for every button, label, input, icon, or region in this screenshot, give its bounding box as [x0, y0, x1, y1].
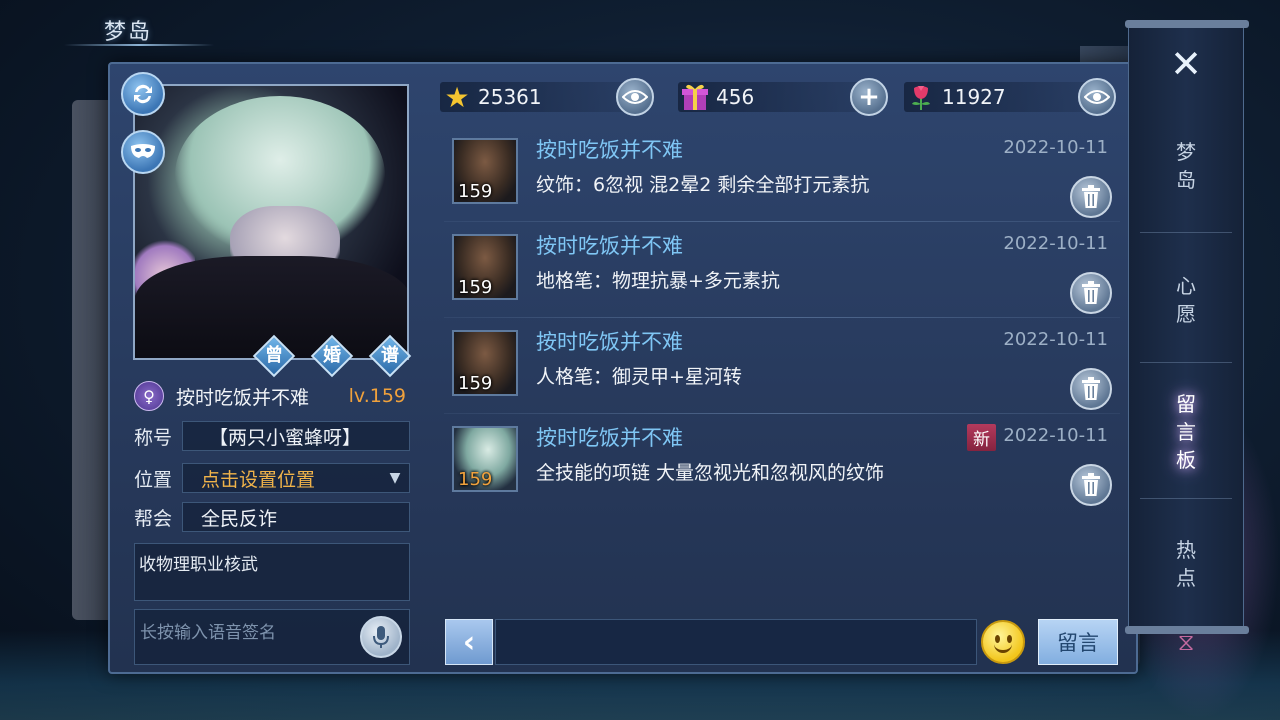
- delete-message-button[interactable]: [1070, 176, 1112, 218]
- mask-icon: [131, 144, 155, 158]
- message-date: 2022-10-11: [1003, 329, 1108, 350]
- message-text: 全技能的项链 大量忽视光和忽视风的纹饰: [536, 462, 885, 484]
- chevron-down-icon: ▼: [389, 470, 401, 486]
- close-icon[interactable]: ✕: [1166, 44, 1206, 84]
- post-message-button[interactable]: 留言: [1038, 619, 1118, 665]
- smiley-icon-eye: [1007, 635, 1012, 643]
- gift-icon: [678, 80, 712, 114]
- flower-count: 11927: [942, 85, 1006, 109]
- message-item[interactable]: 159 按时吃饭并不难 2022-10-11 地格笔：物理抗暴+多元素抗: [444, 222, 1120, 318]
- message-text: 纹饰：6忽视 混2晕2 剩余全部打元素抗: [536, 174, 870, 196]
- guild-field[interactable]: 全民反诈: [182, 502, 410, 532]
- tab-dream-island[interactable]: 梦岛: [1168, 138, 1204, 194]
- message-item[interactable]: 159 按时吃饭并不难 2022-10-11 纹饰：6忽视 混2晕2 剩余全部打…: [444, 126, 1120, 222]
- tab-hot-topics[interactable]: 热点: [1168, 536, 1204, 592]
- trash-icon: [1082, 377, 1100, 400]
- message-text: 地格笔：物理抗暴+多元素抗: [536, 270, 780, 292]
- eye-icon: [622, 90, 648, 104]
- avatar-level: 159: [458, 373, 493, 394]
- tab-divider: [1140, 498, 1232, 499]
- author-avatar[interactable]: 159: [452, 426, 518, 492]
- location-select[interactable]: 点击设置位置 ▼: [182, 463, 410, 493]
- eye-icon: [1084, 90, 1110, 104]
- guild-label: 帮会: [134, 507, 173, 530]
- new-badge: 新: [967, 424, 996, 451]
- guild-row: 帮会 全民反诈: [134, 501, 410, 533]
- message-input[interactable]: [495, 619, 977, 665]
- message-item[interactable]: 159 按时吃饭并不难 2022-10-11 人格笔：御灵甲+星河转: [444, 318, 1120, 414]
- chevron-left-icon: ‹: [462, 624, 476, 660]
- emoji-button[interactable]: [981, 620, 1025, 664]
- star-count: 25361: [478, 85, 542, 109]
- tab-message-board[interactable]: 留言板: [1168, 390, 1204, 474]
- player-name: 按时吃饭并不难: [176, 386, 310, 409]
- message-date: 2022-10-11: [1003, 137, 1108, 158]
- refresh-icon: [134, 84, 152, 104]
- title-field[interactable]: 【两只小蜜蜂呀】: [182, 421, 410, 451]
- plus-icon: +: [858, 82, 880, 112]
- title-underline: [64, 44, 214, 46]
- trash-icon: [1082, 185, 1100, 208]
- title-label: 称号: [134, 426, 173, 449]
- message-text: 人格笔：御灵甲+星河转: [536, 366, 742, 388]
- tab-divider: [1140, 232, 1232, 233]
- add-gift-button[interactable]: +: [850, 78, 888, 116]
- author-avatar[interactable]: 159: [452, 330, 518, 396]
- scroll-rod: [1125, 20, 1249, 28]
- location-value: 点击设置位置: [201, 468, 316, 491]
- author-avatar[interactable]: 159: [452, 234, 518, 300]
- badge-family[interactable]: 谱: [368, 334, 412, 378]
- gift-currency: 456: [678, 78, 878, 116]
- player-level: lv.159: [348, 385, 406, 407]
- trash-icon: [1082, 473, 1100, 496]
- knot-decoration-icon: ⧖: [1177, 628, 1195, 656]
- title-row: 称号 【两只小蜜蜂呀】: [134, 420, 410, 452]
- avatar-level: 159: [458, 181, 493, 202]
- message-author[interactable]: 按时吃饭并不难: [536, 134, 683, 164]
- delete-message-button[interactable]: [1070, 272, 1112, 314]
- trash-icon: [1082, 281, 1100, 304]
- player-portrait[interactable]: [133, 84, 409, 360]
- message-author[interactable]: 按时吃饭并不难: [536, 422, 683, 452]
- star-view-button[interactable]: [616, 78, 654, 116]
- author-avatar[interactable]: 159: [452, 138, 518, 204]
- message-item[interactable]: 159 按时吃饭并不难 新 2022-10-11 全技能的项链 大量忽视光和忽视…: [444, 414, 1120, 510]
- flower-icon: [904, 80, 938, 114]
- smiley-icon-mouth: [994, 644, 1012, 653]
- signature-text[interactable]: 收物理职业核武: [134, 543, 410, 601]
- delete-message-button[interactable]: [1070, 368, 1112, 410]
- female-icon: ♀: [134, 381, 164, 411]
- star-icon: ★: [444, 80, 470, 114]
- gift-count: 456: [716, 85, 755, 109]
- message-date: 2022-10-11: [1003, 233, 1108, 254]
- collapse-button[interactable]: ‹: [445, 619, 493, 665]
- location-row: 位置 点击设置位置 ▼: [134, 462, 410, 494]
- badge-label: 曾: [265, 345, 283, 366]
- badge-former[interactable]: 曾: [252, 334, 296, 378]
- delete-message-button[interactable]: [1070, 464, 1112, 506]
- microphone-button[interactable]: [360, 616, 402, 658]
- flower-currency: 11927: [904, 78, 1104, 116]
- badge-marriage[interactable]: 婚: [310, 334, 354, 378]
- star-currency: ★ 25361: [440, 78, 640, 116]
- badge-label: 谱: [381, 345, 399, 366]
- player-name-row: ♀ 按时吃饭并不难 lv.159: [134, 380, 410, 412]
- microphone-icon: [373, 626, 389, 648]
- message-date: 2022-10-11: [1003, 425, 1108, 446]
- message-author[interactable]: 按时吃饭并不难: [536, 230, 683, 260]
- avatar-level: 159: [458, 469, 493, 490]
- mask-button[interactable]: [121, 130, 165, 174]
- flower-view-button[interactable]: [1078, 78, 1116, 116]
- refresh-button[interactable]: [121, 72, 165, 116]
- tab-wishes[interactable]: 心愿: [1168, 272, 1204, 328]
- smiley-icon-eye: [995, 635, 1000, 643]
- location-label: 位置: [134, 468, 173, 491]
- message-author[interactable]: 按时吃饭并不难: [536, 326, 683, 356]
- avatar-level: 159: [458, 277, 493, 298]
- badge-label: 婚: [323, 345, 341, 366]
- window-title: 梦岛: [104, 20, 153, 45]
- tab-divider: [1140, 362, 1232, 363]
